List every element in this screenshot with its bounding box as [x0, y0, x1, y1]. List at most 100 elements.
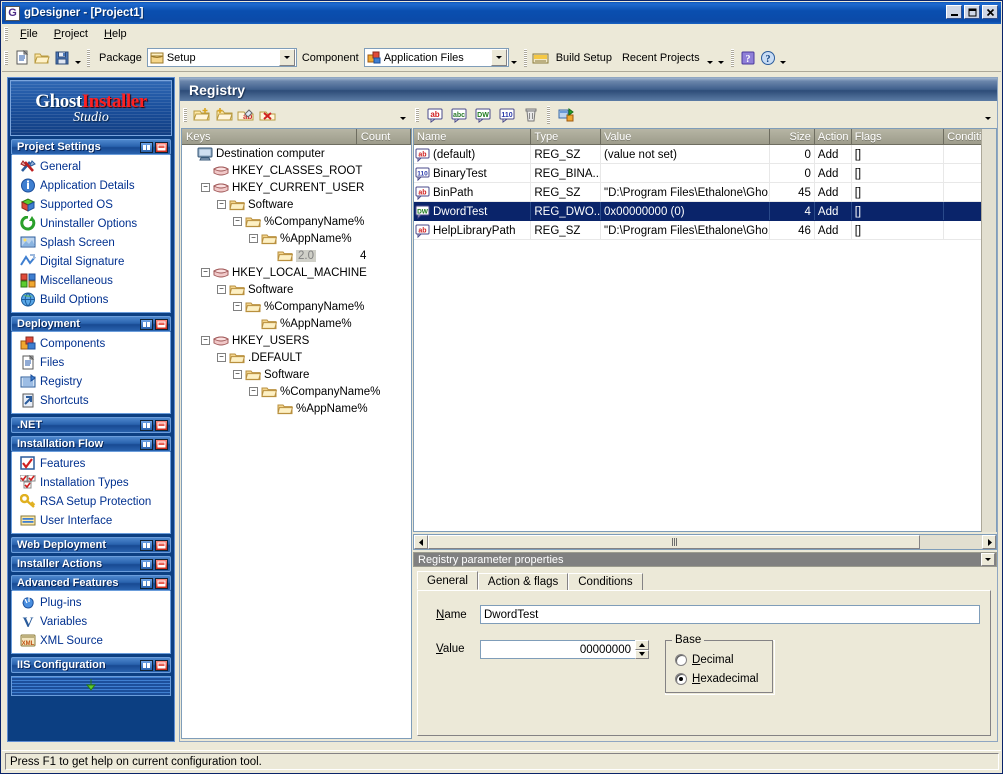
add-subkey-icon[interactable] — [213, 104, 235, 126]
base-decimal-option[interactable]: Decimal — [666, 650, 774, 669]
hscroll-right-arrow[interactable] — [982, 535, 996, 549]
sidebar-item-files[interactable]: Files — [12, 353, 170, 372]
sidebar-item-miscellaneous[interactable]: Miscellaneous — [12, 271, 170, 290]
tree-expander-minus-icon[interactable]: − — [233, 217, 242, 226]
sidebar-scroll-down[interactable] — [11, 676, 171, 696]
build-icon[interactable] — [531, 48, 551, 68]
sidebar-item-variables[interactable]: V Variables — [12, 612, 170, 631]
new-expand-string-value-icon[interactable]: abc — [447, 104, 471, 126]
toolbar-overflow-2[interactable] — [509, 48, 520, 68]
menu-grip[interactable] — [4, 27, 8, 41]
toolbar-grip-1[interactable] — [4, 50, 8, 65]
menu-project[interactable]: Project — [46, 26, 96, 42]
component-combo-arrow[interactable] — [490, 49, 507, 66]
sidebar-group-header[interactable]: Installer Actions — [11, 556, 171, 572]
sidebar-group-header[interactable]: Advanced Features — [11, 575, 171, 591]
tree-node[interactable]: − %CompanyName% — [182, 298, 411, 315]
sidebar-item-xml-source[interactable]: XML XML Source — [12, 631, 170, 650]
delete-key-icon[interactable] — [257, 104, 279, 126]
sidebar-group-collapse-button[interactable] — [155, 141, 168, 153]
sidebar-group-header[interactable]: IIS Configuration — [11, 657, 171, 673]
tree-expander-minus-icon[interactable]: − — [201, 336, 210, 345]
value-spin-down[interactable] — [635, 649, 649, 659]
sidebar-group-header[interactable]: Project Settings — [11, 139, 171, 155]
open-folder-icon[interactable] — [32, 48, 52, 68]
tree-expander-minus-icon[interactable]: − — [217, 285, 226, 294]
tree-node[interactable]: − %CompanyName% — [182, 213, 411, 230]
tree-node[interactable]: Destination computer — [182, 145, 411, 162]
tree-node[interactable]: − %AppName% — [182, 230, 411, 247]
import-registry-icon[interactable] — [554, 104, 578, 126]
add-key-icon[interactable] — [191, 104, 213, 126]
sidebar-group-collapse-button[interactable] — [155, 419, 168, 431]
values-col-action[interactable]: Action — [814, 129, 852, 145]
help-question-icon[interactable]: ? — [738, 48, 758, 68]
sidebar-item-rsa-setup-protection[interactable]: RSA Setup Protection — [12, 492, 170, 511]
sidebar-group-collapse-button[interactable] — [155, 318, 168, 330]
hscroll-track[interactable] — [920, 535, 982, 549]
sidebar-item-user-interface[interactable]: User Interface — [12, 511, 170, 530]
value-spin-up[interactable] — [635, 640, 649, 650]
tree-node[interactable]: %AppName% — [182, 315, 411, 332]
sidebar-item-general[interactable]: General — [12, 157, 170, 176]
recent-projects-arrow[interactable] — [705, 48, 716, 68]
sidebar-group-collapse-button[interactable] — [155, 577, 168, 589]
tree-expander-minus-icon[interactable]: − — [249, 234, 258, 243]
tree-node[interactable]: − Software — [182, 366, 411, 383]
sidebar-group-collapse-button[interactable] — [155, 659, 168, 671]
sidebar-group-detach-button[interactable] — [140, 318, 153, 330]
values-vertical-scrollbar[interactable] — [981, 129, 996, 532]
recent-projects-label[interactable]: Recent Projects — [617, 52, 705, 64]
tree-toolbar-overflow[interactable] — [397, 104, 408, 124]
tree-expander-minus-icon[interactable]: − — [217, 353, 226, 362]
table-row[interactable]: DW DwordTest REG_DWO... 0x00000000 (0) 4 Add[… — [414, 202, 996, 221]
new-dword-value-icon[interactable]: DW — [471, 104, 495, 126]
values-col-name[interactable]: Name — [414, 129, 532, 145]
sidebar-item-digital-signature[interactable]: Digital Signature — [12, 252, 170, 271]
maximize-button[interactable] — [964, 5, 980, 19]
tab-general[interactable]: General — [417, 571, 478, 590]
name-input[interactable]: DwordTest — [480, 605, 980, 624]
minimize-button[interactable] — [946, 5, 962, 19]
sidebar-item-uninstaller-options[interactable]: Uninstaller Options — [12, 214, 170, 233]
toolbar-overflow-4[interactable] — [778, 48, 789, 68]
tab-conditions[interactable]: Conditions — [568, 573, 643, 590]
package-combo[interactable]: Setup — [146, 48, 297, 67]
table-row[interactable]: ab BinPath REG_SZ "D:\Program Files\Ethalon… — [414, 183, 996, 202]
close-button[interactable] — [982, 5, 998, 19]
tree-col-count[interactable]: Count — [356, 129, 411, 145]
registry-values-list[interactable]: Name Type Value Size Action Flags Condition ab… — [413, 128, 997, 532]
new-document-icon[interactable] — [12, 48, 32, 68]
sidebar-item-plug-ins[interactable]: Plug-ins — [12, 593, 170, 612]
sidebar-group-detach-button[interactable] — [140, 577, 153, 589]
values-col-flags[interactable]: Flags — [851, 129, 945, 145]
radio-hexadecimal[interactable] — [675, 672, 687, 685]
help-about-icon[interactable]: ? — [758, 48, 778, 68]
tree-node[interactable]: − Software — [182, 281, 411, 298]
menu-file[interactable]: File — [12, 26, 46, 42]
tab-action-flags[interactable]: Action & flags — [477, 573, 569, 590]
tree-expander-minus-icon[interactable]: − — [233, 302, 242, 311]
tree-expander-minus-icon[interactable]: − — [201, 183, 210, 192]
sidebar-item-build-options[interactable]: Build Options — [12, 290, 170, 309]
sidebar-item-components[interactable]: Components — [12, 334, 170, 353]
tree-col-keys[interactable]: Keys — [182, 129, 357, 145]
hscroll-thumb[interactable] — [428, 535, 920, 549]
sidebar-group-detach-button[interactable] — [140, 141, 153, 153]
tree-node[interactable]: − HKEY_LOCAL_MACHINE — [182, 264, 411, 281]
tree-node[interactable]: 2.0 4 — [182, 247, 411, 264]
tree-node[interactable]: − %CompanyName% — [182, 383, 411, 400]
sidebar-group-collapse-button[interactable] — [155, 539, 168, 551]
tree-node[interactable]: − .DEFAULT — [182, 349, 411, 366]
sidebar-item-splash-screen[interactable]: Splash Screen — [12, 233, 170, 252]
table-row[interactable]: 110 BinaryTest REG_BINA... 0 Add[] — [414, 164, 996, 183]
table-row[interactable]: ab (default) REG_SZ (value not set) 0 Add[] — [414, 145, 996, 164]
new-string-value-icon[interactable]: ab — [423, 104, 447, 126]
sidebar-item-shortcuts[interactable]: Shortcuts — [12, 391, 170, 410]
tree-expander-minus-icon[interactable]: − — [201, 268, 210, 277]
values-horizontal-scrollbar[interactable] — [413, 534, 997, 550]
base-hexadecimal-option[interactable]: Hexadecimal — [666, 669, 774, 688]
save-disk-icon[interactable] — [52, 48, 72, 68]
tree-node[interactable]: %AppName% — [182, 400, 411, 417]
tree-node[interactable]: HKEY_CLASSES_ROOT — [182, 162, 411, 179]
